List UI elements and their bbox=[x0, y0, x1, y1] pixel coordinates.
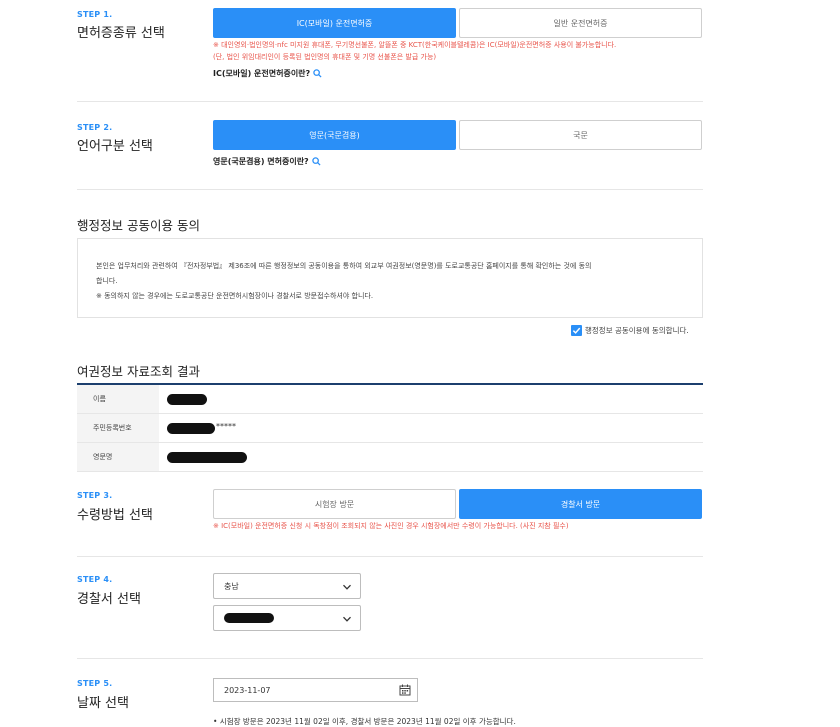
step2-label: STEP 2. bbox=[77, 123, 113, 132]
step4-label: STEP 4. bbox=[77, 575, 113, 584]
ic-license-info-text: IC(모바일) 운전면허증이란? bbox=[213, 69, 311, 78]
region-select-value: 충남 bbox=[224, 581, 239, 591]
region-select[interactable]: 충남 bbox=[213, 573, 361, 599]
step3-title: 수령방법 선택 bbox=[77, 508, 153, 523]
step3-label: STEP 3. bbox=[77, 491, 113, 500]
exam-site-visit-button[interactable]: 시험장 방문 bbox=[213, 489, 456, 519]
step1-note-line2: (단, 법인 위임대리인이 등록된 법인명의 휴대폰 및 기명 선불폰은 발급 … bbox=[213, 53, 437, 61]
step1-note-line1: ※ 대인영외·법인명의·nfc 미지원 휴대폰, 무기명선불폰, 알뜰폰 중 K… bbox=[213, 41, 617, 49]
redacted-english-name bbox=[167, 451, 247, 463]
visit-date-notice: • 시험장 방문은 2023년 11월 02일 이후, 경찰서 방문은 2023… bbox=[213, 717, 516, 726]
divider bbox=[77, 189, 703, 190]
search-icon bbox=[313, 69, 322, 78]
step1-title: 면허증종류 선택 bbox=[77, 26, 165, 41]
police-station-visit-button[interactable]: 경찰서 방문 bbox=[459, 489, 702, 519]
redacted-name bbox=[167, 393, 207, 405]
redacted-rrn bbox=[167, 422, 215, 434]
rrn-mask: ***** bbox=[216, 421, 236, 431]
divider bbox=[77, 658, 703, 659]
english-name-header: 영문명 bbox=[77, 443, 159, 471]
step5-label: STEP 5. bbox=[77, 679, 113, 688]
consent-text-line1: 본인은 업무처리와 관련하여 『전자정부법』 제36조에 따른 행정정보의 공동… bbox=[96, 262, 592, 270]
consent-text-box: 본인은 업무처리와 관련하여 『전자정부법』 제36조에 따른 행정정보의 공동… bbox=[77, 238, 703, 318]
step2-title: 언어구분 선택 bbox=[77, 139, 153, 154]
divider bbox=[77, 556, 703, 557]
consent-text-line2: 합니다. bbox=[96, 277, 118, 285]
table-row: 영문명 bbox=[77, 443, 703, 472]
consent-heading: 행정정보 공동이용 동의 bbox=[77, 218, 200, 233]
english-name-cell bbox=[159, 443, 703, 471]
calendar-icon[interactable] bbox=[399, 684, 411, 696]
consent-text-line3: ※ 동의하지 않는 경우에는 도로교통공단 운전면허시험장이나 경찰서로 방문접… bbox=[96, 292, 374, 300]
ic-license-option-button[interactable]: IC(모바일) 운전면허증 bbox=[213, 8, 456, 38]
chevron-down-icon bbox=[343, 584, 351, 590]
rrn-header: 주민등록번호 bbox=[77, 414, 159, 442]
checkmark-icon bbox=[572, 327, 581, 334]
korean-license-option-button[interactable]: 국문 bbox=[459, 120, 702, 150]
step4-title: 경찰서 선택 bbox=[77, 592, 141, 607]
date-input[interactable]: 2023-11-07 bbox=[213, 678, 418, 702]
date-value: 2023-11-07 bbox=[224, 685, 271, 695]
step5-title: 날짜 선택 bbox=[77, 696, 129, 711]
english-license-info-link[interactable]: 영문(국문겸용) 면허증이란? bbox=[213, 156, 321, 167]
step3-note: ※ IC(모바일) 운전면허증 신청 시 독창점이 조회되지 않는 사진인 경우… bbox=[213, 522, 569, 530]
passport-heading: 여권정보 자료조회 결과 bbox=[77, 364, 200, 379]
normal-license-option-button[interactable]: 일반 운전면허증 bbox=[459, 8, 702, 38]
name-header: 이름 bbox=[77, 385, 159, 413]
consent-checkbox-label: 행정정보 공동이용에 동의합니다. bbox=[585, 326, 689, 335]
consent-checkbox[interactable] bbox=[571, 325, 582, 336]
step1-label: STEP 1. bbox=[77, 10, 113, 19]
divider bbox=[77, 101, 703, 102]
search-icon bbox=[311, 157, 321, 166]
redacted-station bbox=[224, 613, 274, 623]
name-cell bbox=[159, 385, 703, 413]
ic-license-info-link[interactable]: IC(모바일) 운전면허증이란? bbox=[213, 68, 322, 79]
table-row: 주민등록번호 ***** bbox=[77, 414, 703, 443]
consent-checkbox-row[interactable]: 행정정보 공동이용에 동의합니다. bbox=[571, 325, 689, 336]
passport-table: 이름 주민등록번호 ***** 영문명 bbox=[77, 383, 703, 472]
english-license-option-button[interactable]: 영문(국문겸용) bbox=[213, 120, 456, 150]
english-license-info-text: 영문(국문겸용) 면허증이란? bbox=[213, 157, 309, 166]
rrn-cell: ***** bbox=[159, 414, 703, 442]
chevron-down-icon bbox=[343, 616, 351, 622]
police-station-select[interactable] bbox=[213, 605, 361, 631]
table-row: 이름 bbox=[77, 385, 703, 414]
